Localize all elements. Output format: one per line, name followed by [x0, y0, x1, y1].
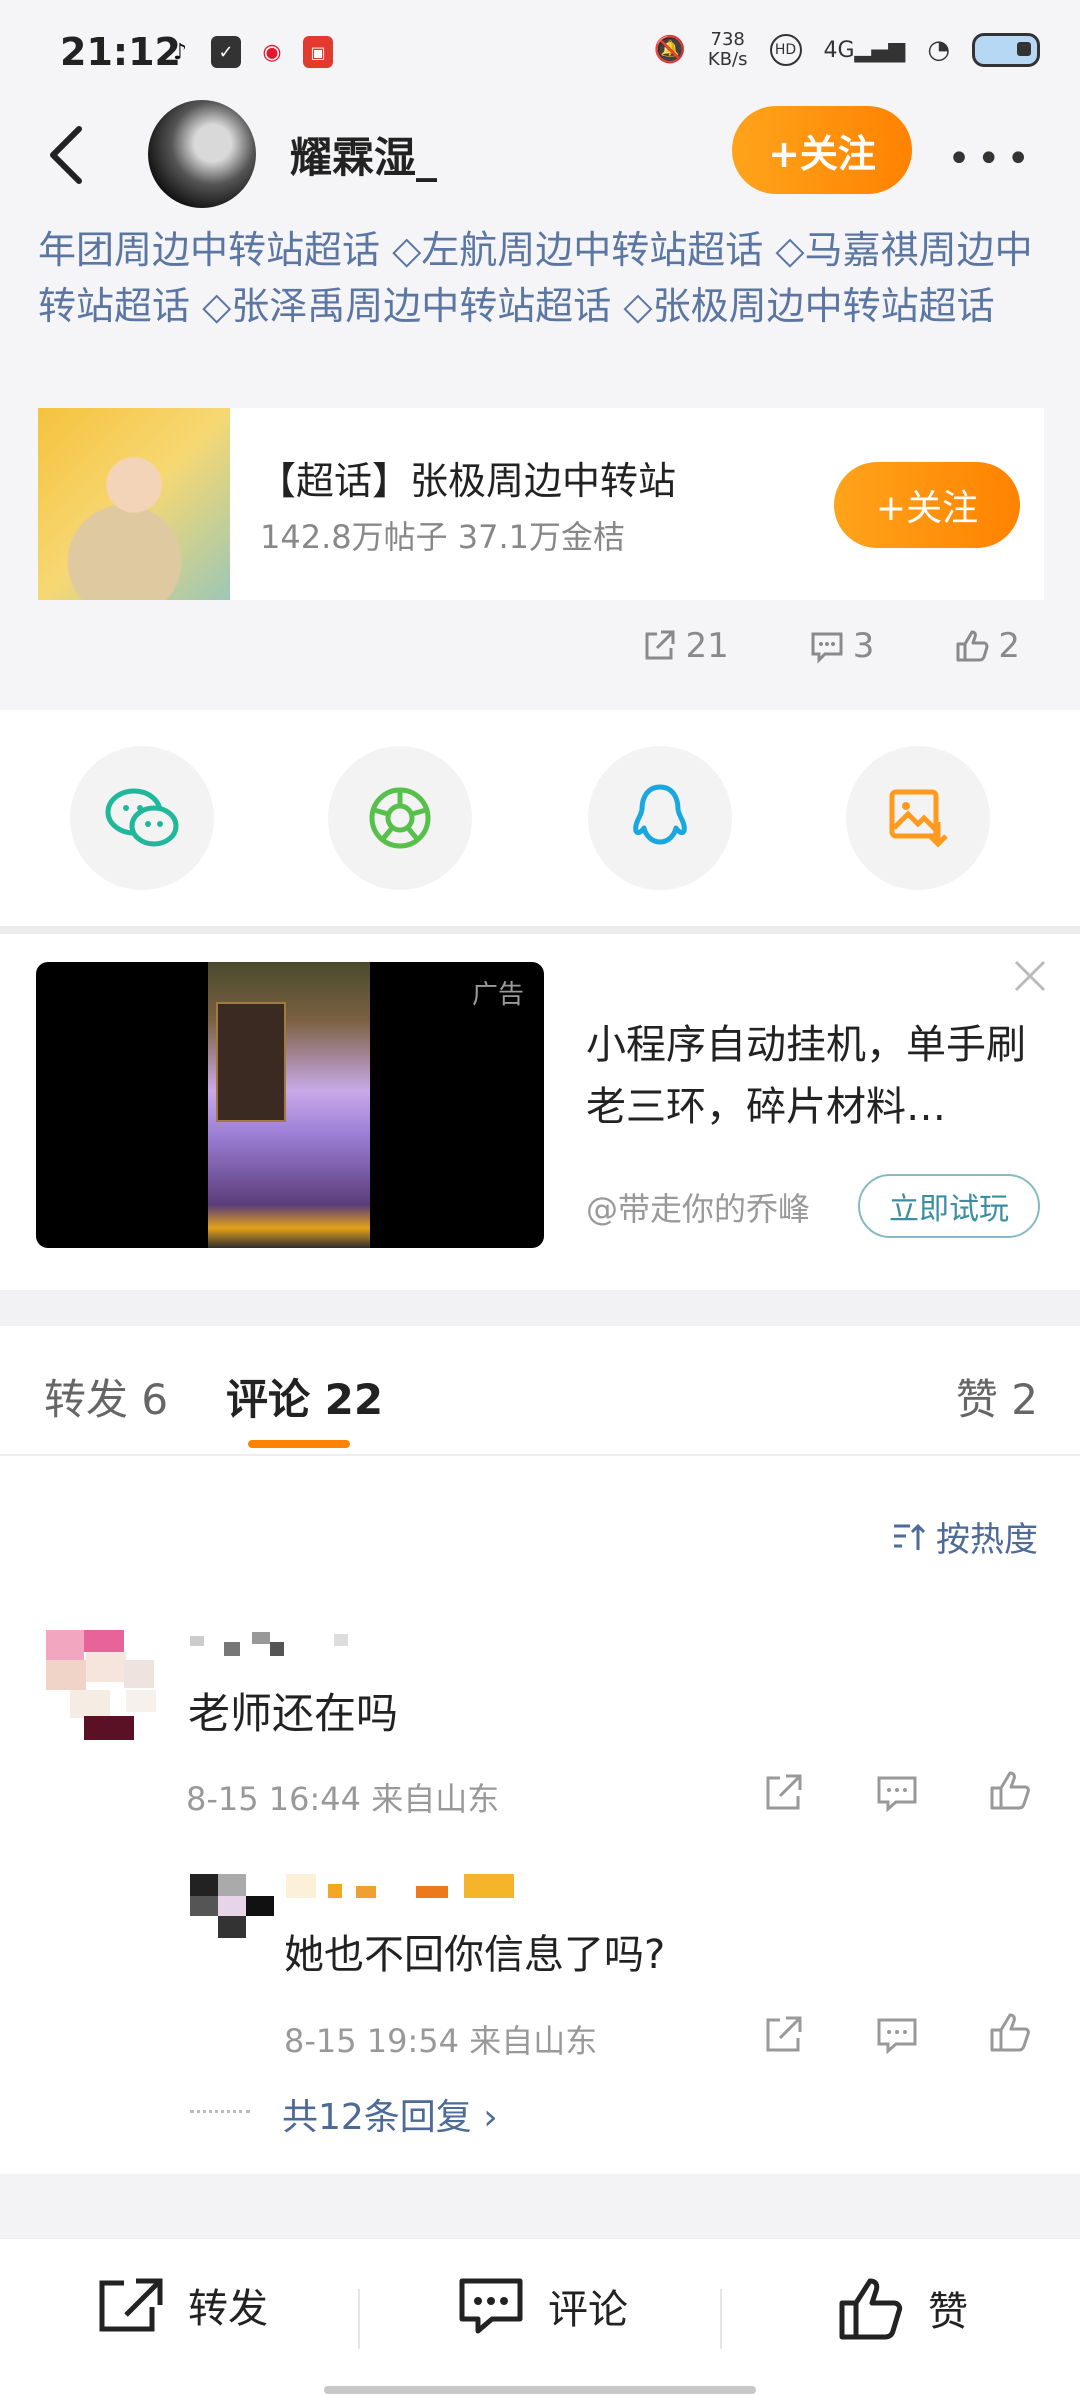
bar-separator: [358, 2289, 360, 2349]
bottom-action-bar: 转发 评论 赞: [0, 2238, 1080, 2400]
thumbs-up-icon[interactable]: [988, 1768, 1034, 1814]
ad-source[interactable]: @带走你的乔峰: [586, 1184, 810, 1230]
active-tab-indicator: [248, 1440, 350, 1448]
share-icon[interactable]: [760, 1770, 806, 1816]
tab-likes[interactable]: 赞 2: [956, 1366, 1038, 1427]
app-badge-icon: ▣: [303, 36, 333, 68]
post-action-bar: 21 3 2: [641, 626, 1020, 666]
bottom-comment-button[interactable]: 评论: [456, 2275, 628, 2337]
qq-icon: [633, 784, 687, 845]
save-image-icon: [889, 789, 948, 848]
chevron-left-icon: [50, 126, 82, 184]
thumbs-up-icon: [956, 630, 989, 662]
ad-label: 广告: [471, 980, 524, 1010]
section-divider: [0, 926, 1080, 934]
tab-comments[interactable]: 评论 22: [226, 1366, 383, 1427]
share-icon: [645, 630, 675, 660]
reply-meta: 8-15 19:54 来自山东: [284, 2022, 598, 2060]
replier-avatar[interactable]: [190, 1874, 274, 1938]
repost-count: 21: [685, 626, 729, 666]
ad-description: 小程序自动挂机，单手刷老三环，碎片材料…: [586, 1022, 1026, 1130]
replies-divider: [190, 2110, 250, 2113]
moments-icon: [369, 787, 431, 849]
view-replies-link[interactable]: 共12条回复 ›: [282, 2088, 498, 2140]
post-body: 年团周边中转站超话 ◇左航周边中转站超话 ◇马嘉祺周边中转站超话 ◇张泽禹周边中…: [0, 212, 1080, 710]
comment-icon[interactable]: [874, 2012, 920, 2058]
repost-action[interactable]: 21: [641, 626, 729, 666]
section-divider: [0, 2174, 1080, 2238]
tab-reposts[interactable]: 转发 6: [44, 1366, 168, 1427]
detail-tabs: 转发 6 评论 22 赞 2: [0, 1326, 1080, 1456]
share-moments-button[interactable]: [328, 746, 472, 890]
bottom-repost-label: 转发: [188, 2286, 268, 2332]
bottom-repost-button[interactable]: 转发: [96, 2275, 268, 2335]
supertopic-title: 【超话】张极周边中转站: [258, 459, 677, 503]
comment-action[interactable]: 3: [809, 626, 875, 666]
supertopic-stats: 142.8万帖子 37.1万金桔: [260, 518, 626, 556]
more-options-button[interactable]: •••: [947, 136, 1036, 182]
notification-icons: ♪ ✓ ◉ ▣: [165, 36, 333, 68]
like-action[interactable]: 2: [954, 626, 1020, 666]
post-header: 耀霖湿_ +关注 •••: [0, 100, 1080, 212]
signal-icon: 4G▂▄▆: [823, 37, 906, 63]
back-button[interactable]: [30, 120, 100, 190]
home-indicator[interactable]: [324, 2386, 756, 2394]
share-wechat-button[interactable]: [70, 746, 214, 890]
share-qq-button[interactable]: [588, 746, 732, 890]
ad-game-screenshot: [208, 962, 370, 1248]
reply-text: 她也不回你信息了吗?: [284, 1932, 666, 1978]
close-icon[interactable]: [1010, 956, 1050, 996]
commenter-avatar[interactable]: [46, 1630, 156, 1740]
thumbs-up-icon: [839, 2278, 903, 2340]
system-icons: 🔕 738 KB/s HD 4G▂▄▆ ◔: [654, 30, 1040, 70]
comment-meta: 8-15 16:44 来自山东: [186, 1780, 500, 1818]
status-time: 21:12: [60, 30, 181, 74]
weibo-icon: ◉: [262, 39, 282, 65]
battery-icon: [972, 33, 1040, 67]
tiktok-icon: ♪: [172, 39, 188, 65]
share-icon: [99, 2278, 163, 2332]
replier-name[interactable]: [286, 1874, 516, 1898]
supertopic-follow-button[interactable]: +关注: [834, 462, 1020, 548]
author-avatar[interactable]: [148, 100, 256, 208]
ad-game-panel: [216, 1002, 286, 1122]
comment-text: 老师还在吗: [188, 1689, 399, 1738]
comment-icon: [811, 632, 843, 664]
author-name[interactable]: 耀霖湿_: [290, 124, 437, 185]
bottom-like-label: 赞: [928, 2289, 968, 2335]
commenter-name[interactable]: [190, 1632, 350, 1656]
ad-video[interactable]: 广告: [36, 962, 544, 1248]
section-divider: [0, 1290, 1080, 1326]
sort-icon: [894, 1523, 926, 1550]
bar-separator: [720, 2289, 722, 2349]
comment-count: 3: [852, 626, 875, 666]
supertopic-thumbnail: [38, 408, 230, 600]
comment-icon: [459, 2278, 523, 2334]
ad-cta-button[interactable]: 立即试玩: [858, 1174, 1040, 1238]
comment-icon[interactable]: [874, 1770, 920, 1816]
bottom-comment-label: 评论: [548, 2287, 628, 2333]
wifi-icon: ◔: [927, 35, 950, 65]
ad-card[interactable]: 广告 小程序自动挂机，单手刷老三环，碎片材料… @带走你的乔峰 立即试玩: [0, 934, 1080, 1290]
follow-button[interactable]: +关注: [732, 106, 912, 194]
sort-button[interactable]: 按热度: [892, 1512, 1038, 1561]
thumbs-up-icon[interactable]: [988, 2010, 1034, 2056]
share-row: [0, 710, 1080, 926]
save-image-button[interactable]: [846, 746, 990, 890]
sort-label: 按热度: [936, 1520, 1038, 1560]
bottom-like-button[interactable]: 赞: [838, 2275, 968, 2341]
wechat-icon: [105, 788, 179, 847]
clipboard-icon: ✓: [211, 36, 241, 68]
supertopic-tags[interactable]: 年团周边中转站超话 ◇左航周边中转站超话 ◇马嘉祺周边中转站超话 ◇张泽禹周边中…: [38, 222, 1048, 334]
like-count: 2: [998, 626, 1020, 666]
hd-icon: HD: [769, 34, 802, 66]
status-bar: 21:12 ♪ ✓ ◉ ▣ 🔕 738 KB/s HD 4G▂▄▆ ◔: [0, 0, 1080, 100]
net-speed: 738 KB/s: [707, 29, 748, 70]
mute-icon: 🔕: [653, 35, 686, 65]
share-icon[interactable]: [760, 2012, 806, 2058]
supertopic-card[interactable]: 【超话】张极周边中转站 142.8万帖子 37.1万金桔 +关注: [38, 408, 1044, 600]
